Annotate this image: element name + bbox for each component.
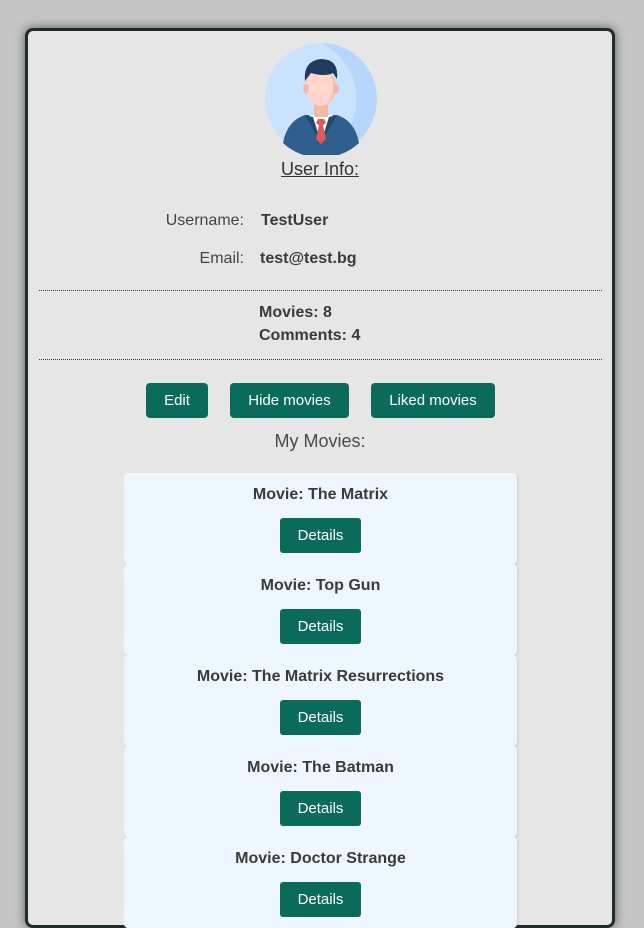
divider-top [39,290,602,291]
user-avatar-icon [265,43,377,155]
profile-card: User Info: Username: TestUser Email: tes… [25,28,615,928]
movie-list: Movie: The Matrix Details Movie: Top Gun… [124,473,517,928]
my-movies-title: My Movies: [274,431,366,451]
movie-card: Movie: The Matrix Resurrections Details [124,655,517,746]
movie-card: Movie: Doctor Strange Details [124,837,517,928]
movie-title: Movie: Top Gun [260,577,381,594]
movie-title: Movie: The Matrix Resurrections [196,668,445,685]
comments-count: Comments: 4 [259,327,361,344]
details-button[interactable]: Details [280,700,361,735]
edit-button[interactable]: Edit [146,383,208,418]
email-value: test@test.bg [260,250,357,267]
hide-movies-button[interactable]: Hide movies [230,383,349,418]
movie-card: Movie: The Matrix Details [124,473,517,564]
movies-count: Movies: 8 [259,304,332,321]
movie-card: Movie: Top Gun Details [124,564,517,655]
movie-title: Movie: Doctor Strange [235,850,406,867]
details-button[interactable]: Details [280,518,361,553]
username-label: Username: [165,212,244,229]
divider-bottom [39,359,602,360]
username-value: TestUser [261,212,329,229]
movie-title: Movie: The Batman [247,759,394,776]
movie-title: Movie: The Matrix [252,486,389,503]
email-label: Email: [199,250,244,267]
movie-card: Movie: The Batman Details [124,746,517,837]
details-button[interactable]: Details [280,882,361,917]
liked-movies-button[interactable]: Liked movies [371,383,495,418]
user-info-title: User Info: [280,159,360,179]
details-button[interactable]: Details [280,791,361,826]
details-button[interactable]: Details [280,609,361,644]
